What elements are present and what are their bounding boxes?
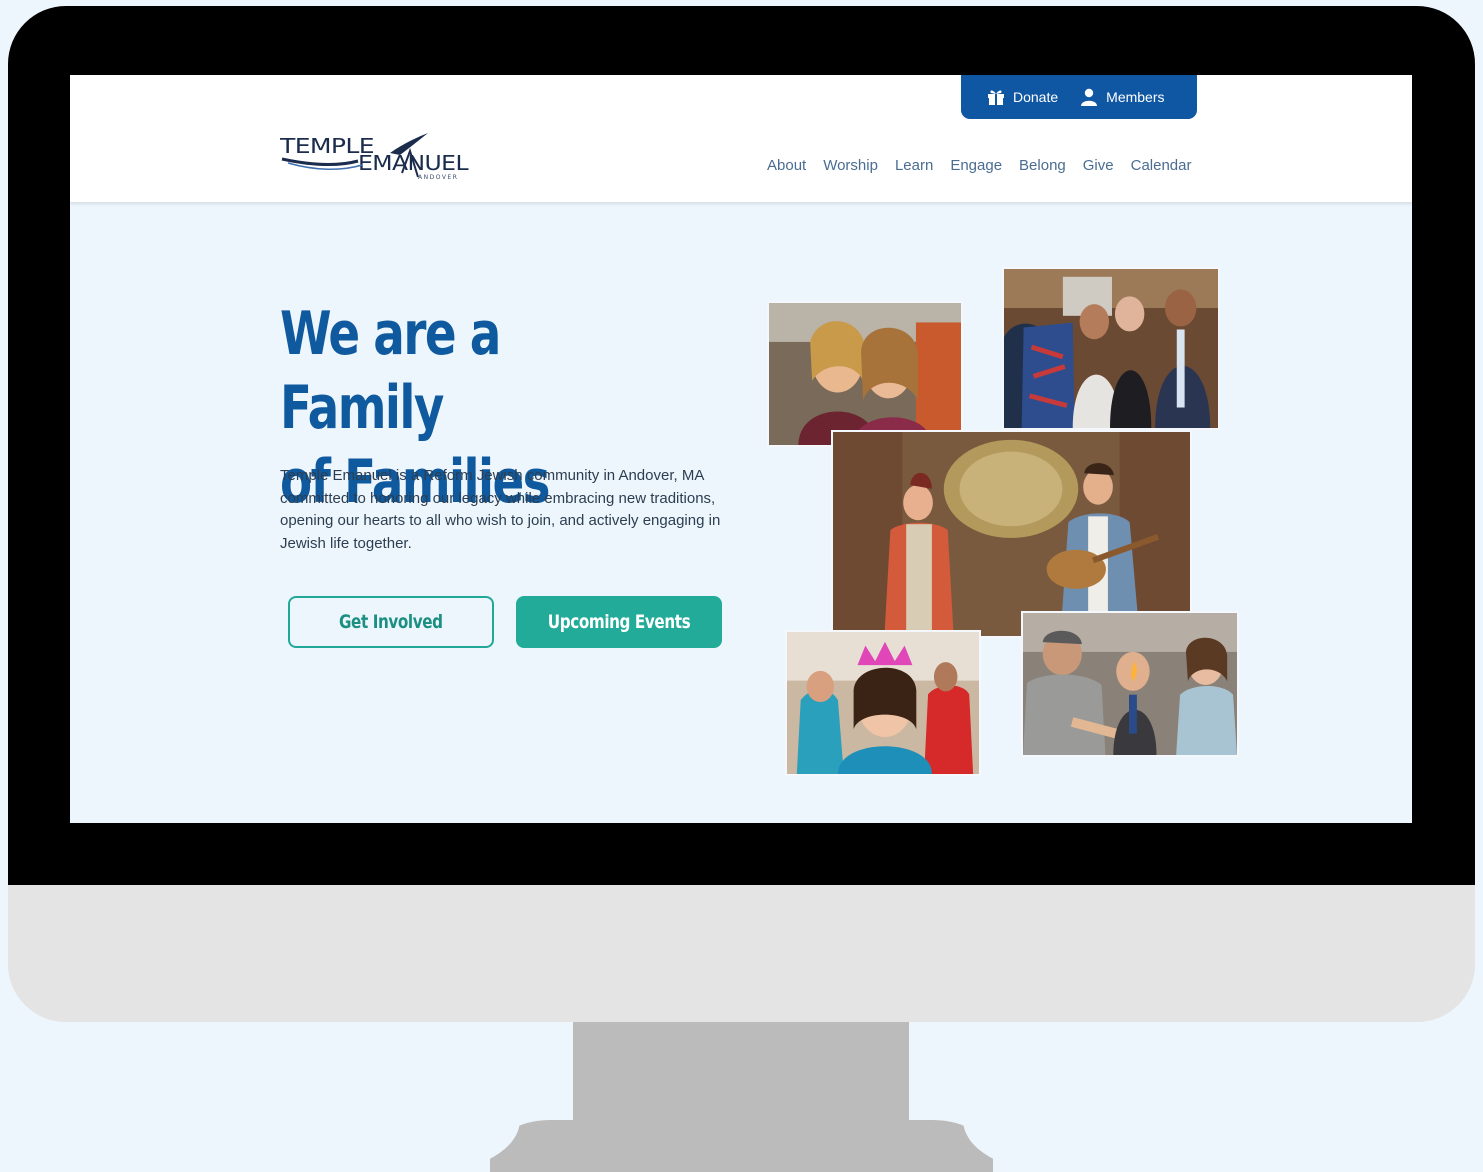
website-screen: Donate Members TEMPLE EMANUEL ANDOVER Ab…	[70, 75, 1412, 823]
nav-item-worship[interactable]: Worship	[823, 157, 878, 174]
main-nav: About Worship Learn Engage Belong Give C…	[767, 157, 1191, 174]
hero-description: Temple Emanuel is a Reform Jewish commun…	[280, 467, 721, 552]
hero-title-line-1: We are a Family	[280, 299, 501, 443]
upcoming-events-button[interactable]: Upcoming Events	[516, 596, 722, 648]
nav-item-learn[interactable]: Learn	[895, 157, 933, 174]
monitor-chin	[8, 885, 1475, 1022]
donate-label: Donate	[1013, 89, 1059, 105]
nav-item-give[interactable]: Give	[1083, 157, 1114, 174]
collage-photo-musicians	[831, 430, 1192, 638]
members-label: Members	[1106, 89, 1165, 105]
nav-item-belong[interactable]: Belong	[1019, 157, 1066, 174]
get-involved-label: Get Involved	[339, 611, 443, 633]
utility-bar: Donate Members	[961, 75, 1197, 119]
logo-sub-text: ANDOVER	[418, 174, 458, 181]
get-involved-button[interactable]: Get Involved	[288, 596, 494, 648]
collage-photo-two-women	[767, 301, 963, 447]
upcoming-events-label: Upcoming Events	[547, 611, 691, 633]
donate-link[interactable]: Donate	[987, 88, 1058, 106]
collage-photo-candle-lighting	[1021, 611, 1239, 757]
monitor-stand-base-left	[430, 1120, 580, 1172]
members-link[interactable]: Members	[1080, 88, 1165, 106]
site-logo[interactable]: TEMPLE EMANUEL ANDOVER	[279, 131, 472, 183]
collage-photo-girl-with-crown	[785, 630, 981, 776]
monitor-stand	[573, 1022, 909, 1172]
nav-item-calendar[interactable]: Calendar	[1131, 157, 1192, 174]
nav-item-engage[interactable]: Engage	[950, 157, 1002, 174]
temple-emanuel-logo: TEMPLE EMANUEL ANDOVER	[279, 133, 470, 181]
collage-photo-family-with-torah	[1002, 267, 1220, 430]
user-icon	[1080, 88, 1098, 106]
nav-item-about[interactable]: About	[767, 157, 806, 174]
gift-icon	[987, 88, 1005, 106]
monitor-stand-base-right	[903, 1120, 1053, 1172]
site-header: Donate Members TEMPLE EMANUEL ANDOVER Ab…	[70, 75, 1412, 202]
